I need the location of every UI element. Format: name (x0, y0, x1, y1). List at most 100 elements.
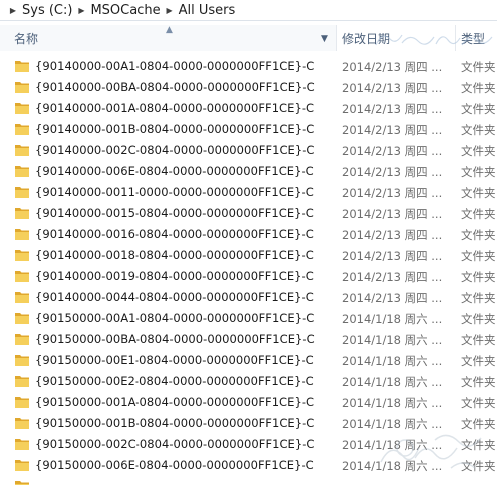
file-type: 文件夹 (461, 123, 496, 137)
folder-icon (15, 481, 29, 485)
file-type: 文件夹 (461, 312, 496, 326)
file-name: {90140000-0015-0804-0000-0000000FF1CE}-C (35, 206, 314, 220)
modified-date: 2014/2/13 周四 ... (342, 165, 443, 179)
folder-icon (15, 397, 29, 408)
file-type: 文件夹 (461, 249, 496, 263)
file-type: 文件夹 (461, 102, 496, 116)
list-item-partial[interactable] (0, 476, 497, 485)
file-list: {90140000-00A1-0804-0000-0000000FF1CE}-C… (0, 56, 497, 476)
list-item[interactable]: {90140000-001A-0804-0000-0000000FF1CE}-C… (0, 98, 497, 119)
modified-date: 2014/2/13 周四 ... (342, 207, 443, 221)
list-item[interactable]: {90150000-002C-0804-0000-0000000FF1CE}-C… (0, 434, 497, 455)
folder-icon (15, 103, 29, 114)
column-label-type: 类型 (461, 32, 486, 46)
modified-date: 2014/2/13 周四 ... (342, 291, 443, 305)
list-item[interactable]: {90140000-0044-0804-0000-0000000FF1CE}-C… (0, 287, 497, 308)
file-type: 文件夹 (461, 396, 496, 410)
chevron-right-icon[interactable]: ▶ (6, 6, 20, 15)
modified-date: 2014/1/18 周六 ... (342, 333, 443, 347)
sort-ascending-icon: ▲ (166, 25, 173, 35)
list-item[interactable]: {90140000-001B-0804-0000-0000000FF1CE}-C… (0, 119, 497, 140)
folder-icon (15, 166, 29, 177)
breadcrumb-item-drive[interactable]: Sys (C:) (20, 3, 74, 18)
column-label-name: 名称 (14, 32, 39, 46)
chevron-right-icon[interactable]: ▶ (163, 6, 177, 15)
chevron-down-icon[interactable]: ▼ (321, 25, 328, 53)
modified-date: 2014/1/18 周六 ... (342, 417, 443, 431)
column-header-type[interactable]: 类型 (456, 25, 497, 51)
breadcrumb: ▶ Sys (C:) ▶ MSOCache ▶ All Users (0, 0, 497, 21)
modified-date: 2014/1/18 周六 ... (342, 459, 443, 473)
folder-icon (15, 145, 29, 156)
folder-icon (15, 355, 29, 366)
folder-icon (15, 376, 29, 387)
file-type: 文件夹 (461, 375, 496, 389)
file-type: 文件夹 (461, 333, 496, 347)
list-item[interactable]: {90150000-00E1-0804-0000-0000000FF1CE}-C… (0, 350, 497, 371)
list-item[interactable]: {90140000-006E-0804-0000-0000000FF1CE}-C… (0, 161, 497, 182)
file-name: {90150000-00E1-0804-0000-0000000FF1CE}-C (35, 353, 314, 367)
list-item[interactable]: {90150000-00A1-0804-0000-0000000FF1CE}-C… (0, 308, 497, 329)
modified-date: 2014/2/13 周四 ... (342, 144, 443, 158)
file-name: {90140000-0018-0804-0000-0000000FF1CE}-C (35, 248, 314, 262)
list-item[interactable]: {90150000-00E2-0804-0000-0000000FF1CE}-C… (0, 371, 497, 392)
file-name: {90150000-00BA-0804-0000-0000000FF1CE}-C (35, 332, 315, 346)
folder-icon (15, 208, 29, 219)
list-item[interactable]: {90140000-002C-0804-0000-0000000FF1CE}-C… (0, 140, 497, 161)
folder-icon (15, 439, 29, 450)
list-item[interactable]: {90140000-0015-0804-0000-0000000FF1CE}-C… (0, 203, 497, 224)
folder-icon (15, 313, 29, 324)
file-type: 文件夹 (461, 165, 496, 179)
file-type: 文件夹 (461, 207, 496, 221)
folder-icon (15, 334, 29, 345)
list-item[interactable]: {90150000-001A-0804-0000-0000000FF1CE}-C… (0, 392, 497, 413)
breadcrumb-item-all-users[interactable]: All Users (177, 3, 238, 18)
modified-date: 2014/1/18 周六 ... (342, 438, 443, 452)
folder-icon (15, 271, 29, 282)
file-name: {90140000-0016-0804-0000-0000000FF1CE}-C (35, 227, 314, 241)
list-item[interactable]: {90140000-0019-0804-0000-0000000FF1CE}-C… (0, 266, 497, 287)
modified-date: 2014/1/18 周六 ... (342, 312, 443, 326)
file-name: {90150000-00A1-0804-0000-0000000FF1CE}-C (35, 311, 315, 325)
file-type: 文件夹 (461, 81, 496, 95)
modified-date: 2014/2/13 周四 ... (342, 186, 443, 200)
file-type: 文件夹 (461, 186, 496, 200)
list-item[interactable]: {90140000-0011-0000-0000-0000000FF1CE}-C… (0, 182, 497, 203)
list-item[interactable]: {90150000-00BA-0804-0000-0000000FF1CE}-C… (0, 329, 497, 350)
file-type: 文件夹 (461, 291, 496, 305)
folder-icon (15, 250, 29, 261)
file-name: {90150000-00E2-0804-0000-0000000FF1CE}-C (35, 374, 314, 388)
file-name: {90140000-006E-0804-0000-0000000FF1CE}-C (35, 164, 314, 178)
chevron-right-icon[interactable]: ▶ (74, 6, 88, 15)
modified-date: 2014/2/13 周四 ... (342, 123, 443, 137)
list-item[interactable]: {90150000-001B-0804-0000-0000000FF1CE}-C… (0, 413, 497, 434)
file-name: {90140000-0019-0804-0000-0000000FF1CE}-C (35, 269, 314, 283)
file-name: {90140000-001A-0804-0000-0000000FF1CE}-C (35, 101, 315, 115)
modified-date: 2014/1/18 周六 ... (342, 354, 443, 368)
list-item[interactable]: {90140000-00BA-0804-0000-0000000FF1CE}-C… (0, 77, 497, 98)
file-name: {90150000-001A-0804-0000-0000000FF1CE}-C (35, 395, 315, 409)
modified-date: 2014/2/13 周四 ... (342, 270, 443, 284)
folder-icon (15, 61, 29, 72)
breadcrumb-item-msocache[interactable]: MSOCache (88, 3, 162, 18)
modified-date: 2014/1/18 周六 ... (342, 375, 443, 389)
file-name: {90150000-002C-0804-0000-0000000FF1CE}-C (35, 437, 315, 451)
list-item[interactable]: {90150000-006E-0804-0000-0000000FF1CE}-C… (0, 455, 497, 476)
file-name: {90140000-00A1-0804-0000-0000000FF1CE}-C (35, 59, 315, 73)
column-label-date: 修改日期 (342, 32, 391, 46)
folder-icon (15, 187, 29, 198)
file-type: 文件夹 (461, 228, 496, 242)
modified-date: 2014/2/13 周四 ... (342, 228, 443, 242)
folder-icon (15, 124, 29, 135)
file-name: {90140000-0011-0000-0000-0000000FF1CE}-C (35, 185, 314, 199)
list-item[interactable]: {90140000-0016-0804-0000-0000000FF1CE}-C… (0, 224, 497, 245)
file-name: {90150000-001B-0804-0000-0000000FF1CE}-C (35, 416, 315, 430)
column-header: 名称 ▲ ▼ 修改日期 类型 (0, 25, 497, 51)
column-header-name[interactable]: 名称 ▲ ▼ (0, 25, 336, 51)
list-item[interactable]: {90140000-00A1-0804-0000-0000000FF1CE}-C… (0, 56, 497, 77)
modified-date: 2014/1/18 周六 ... (342, 396, 443, 410)
list-item[interactable]: {90140000-0018-0804-0000-0000000FF1CE}-C… (0, 245, 497, 266)
column-header-date[interactable]: 修改日期 (337, 25, 455, 51)
file-name: {90140000-002C-0804-0000-0000000FF1CE}-C (35, 143, 315, 157)
folder-icon (15, 418, 29, 429)
